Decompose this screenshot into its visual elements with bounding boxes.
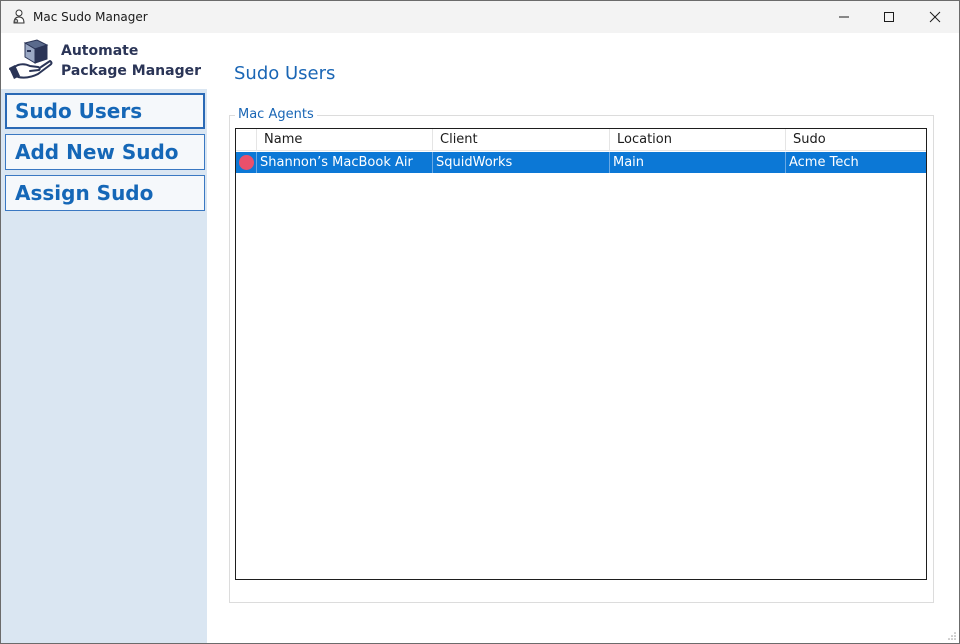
window-title: Mac Sudo Manager bbox=[33, 10, 148, 24]
client-area: Automate Package Manager Sudo Users Add … bbox=[1, 33, 959, 643]
maximize-button[interactable] bbox=[866, 1, 912, 33]
cell-name: Shannon’s MacBook Air bbox=[257, 152, 433, 173]
table-row[interactable]: Shannon’s MacBook Air SquidWorks Main Ac… bbox=[236, 152, 926, 173]
agents-list-view[interactable]: Name Client Location Sudo Shannon’s MacB… bbox=[235, 128, 927, 580]
cell-sudo: Acme Tech bbox=[789, 155, 859, 170]
list-header: Name Client Location Sudo bbox=[236, 129, 926, 151]
column-header-status[interactable] bbox=[236, 129, 257, 151]
minimize-button[interactable] bbox=[821, 1, 867, 33]
title-bar[interactable]: Mac Sudo Manager bbox=[1, 1, 959, 33]
brand-title-line2: Package Manager bbox=[61, 63, 201, 79]
status-dot-icon bbox=[239, 155, 254, 170]
brand-title-line1: Automate bbox=[61, 43, 139, 59]
maximize-icon bbox=[884, 12, 894, 22]
sidebar: Automate Package Manager Sudo Users Add … bbox=[1, 33, 207, 643]
column-header-location[interactable]: Location bbox=[610, 129, 786, 151]
nav-add-new-sudo-button[interactable]: Add New Sudo bbox=[5, 134, 205, 170]
close-icon bbox=[929, 11, 941, 23]
close-button[interactable] bbox=[912, 1, 958, 33]
status-cell bbox=[236, 152, 257, 173]
minimize-icon bbox=[839, 16, 849, 18]
package-hand-icon bbox=[9, 39, 53, 79]
column-header-client[interactable]: Client bbox=[433, 129, 610, 151]
column-header-name[interactable]: Name bbox=[257, 129, 433, 151]
column-header-sudo[interactable]: Sudo bbox=[786, 129, 926, 151]
cell-client: SquidWorks bbox=[433, 152, 610, 173]
app-window: Mac Sudo Manager Automate Package Manage… bbox=[0, 0, 960, 644]
cell-location: Main bbox=[610, 152, 786, 173]
page-title: Sudo Users bbox=[234, 63, 336, 84]
nav-sudo-users-button[interactable]: Sudo Users bbox=[5, 93, 205, 129]
user-gear-icon bbox=[13, 9, 25, 24]
nav-assign-sudo-button[interactable]: Assign Sudo bbox=[5, 175, 205, 211]
group-label: Mac Agents bbox=[235, 107, 317, 122]
brand-header: Automate Package Manager bbox=[1, 33, 207, 89]
resize-grip-icon[interactable] bbox=[947, 631, 957, 641]
